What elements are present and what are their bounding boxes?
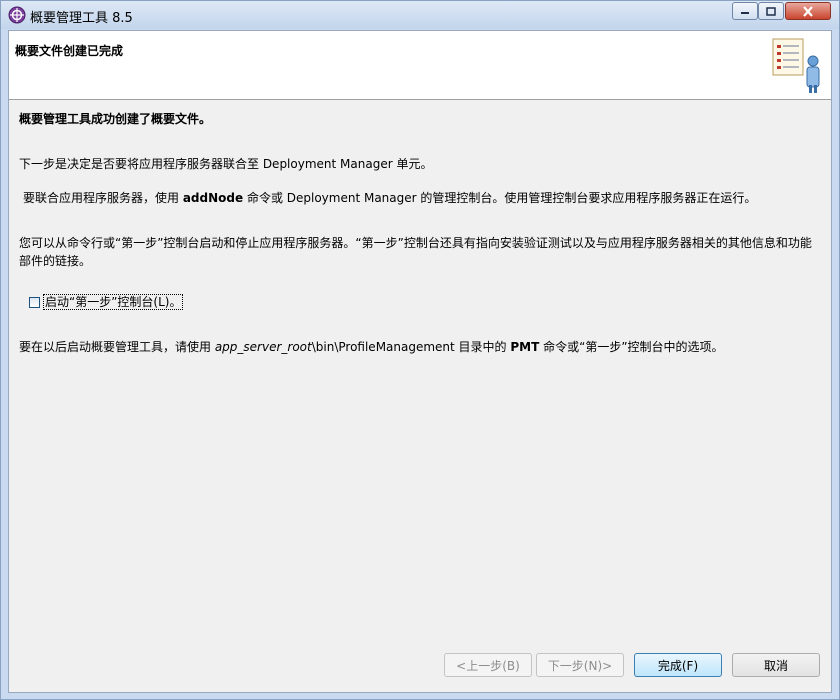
app-server-root-path: app_server_root <box>214 340 312 354</box>
success-message: 概要管理工具成功创建了概要文件。 <box>19 112 212 126</box>
wizard-content: 概要管理工具成功创建了概要文件。 下一步是决定是否要将应用程序服务器联合至 De… <box>9 100 831 640</box>
next-button[interactable]: 下一步(N)> <box>536 653 624 677</box>
federate-text: 要联合应用程序服务器，使用 addNode 命令或 Deployment Man… <box>23 189 823 207</box>
restart-instructions: 要在以后启动概要管理工具，请使用 app_server_root\bin\Pro… <box>19 338 819 356</box>
minimize-icon <box>741 12 749 14</box>
pmt-command: PMT <box>510 340 540 354</box>
first-steps-checkbox[interactable] <box>29 296 40 308</box>
federate-text-pre: 要联合应用程序服务器，使用 <box>23 191 183 205</box>
app-icon <box>8 6 26 24</box>
finish-button[interactable]: 完成(F) <box>634 653 722 677</box>
first-steps-info: 您可以从命令行或“第一步”控制台启动和停止应用程序服务器。“第一步”控制台还具有… <box>19 236 812 268</box>
wizard-banner: 概要文件创建已完成 <box>9 31 831 100</box>
title-bar[interactable]: 概要管理工具 8.5 <box>1 1 839 29</box>
maximize-icon <box>766 6 776 16</box>
checklist-person-icon <box>772 38 820 93</box>
cancel-button[interactable]: 取消 <box>732 653 820 677</box>
restart-text-pre: 要在以后启动概要管理工具，请使用 <box>19 340 215 354</box>
close-button[interactable] <box>785 2 831 20</box>
first-steps-checkbox-row[interactable]: 启动“第一步”控制台(L)。 <box>29 293 184 311</box>
wizard-client-area: 概要文件创建已完成 概要管理工具成功创建了概要文件。 下一步是决定是否要将应用程… <box>8 30 832 693</box>
minimize-button[interactable] <box>732 2 758 20</box>
window-title: 概要管理工具 8.5 <box>30 11 133 26</box>
close-icon <box>803 5 813 17</box>
first-steps-checkbox-label[interactable]: 启动“第一步”控制台(L)。 <box>43 294 184 310</box>
wizard-window: 概要管理工具 8.5 概要文件创建已完成 概要管理工具成功创建了概要文件。 下一… <box>0 0 840 700</box>
addnode-command: addNode <box>182 191 244 205</box>
back-button[interactable]: <上一步(B) <box>444 653 532 677</box>
next-step-text: 下一步是决定是否要将应用程序服务器联合至 Deployment Manager … <box>19 157 433 171</box>
restart-path-rest: \bin\ProfileManagement 目录中的 <box>311 340 511 354</box>
federate-text-post: 命令或 Deployment Manager 的管理控制台。使用管理控制台要求应… <box>243 191 757 205</box>
restart-text-post: 命令或“第一步”控制台中的选项。 <box>539 340 724 354</box>
page-title: 概要文件创建已完成 <box>15 44 124 58</box>
maximize-button[interactable] <box>758 2 784 20</box>
